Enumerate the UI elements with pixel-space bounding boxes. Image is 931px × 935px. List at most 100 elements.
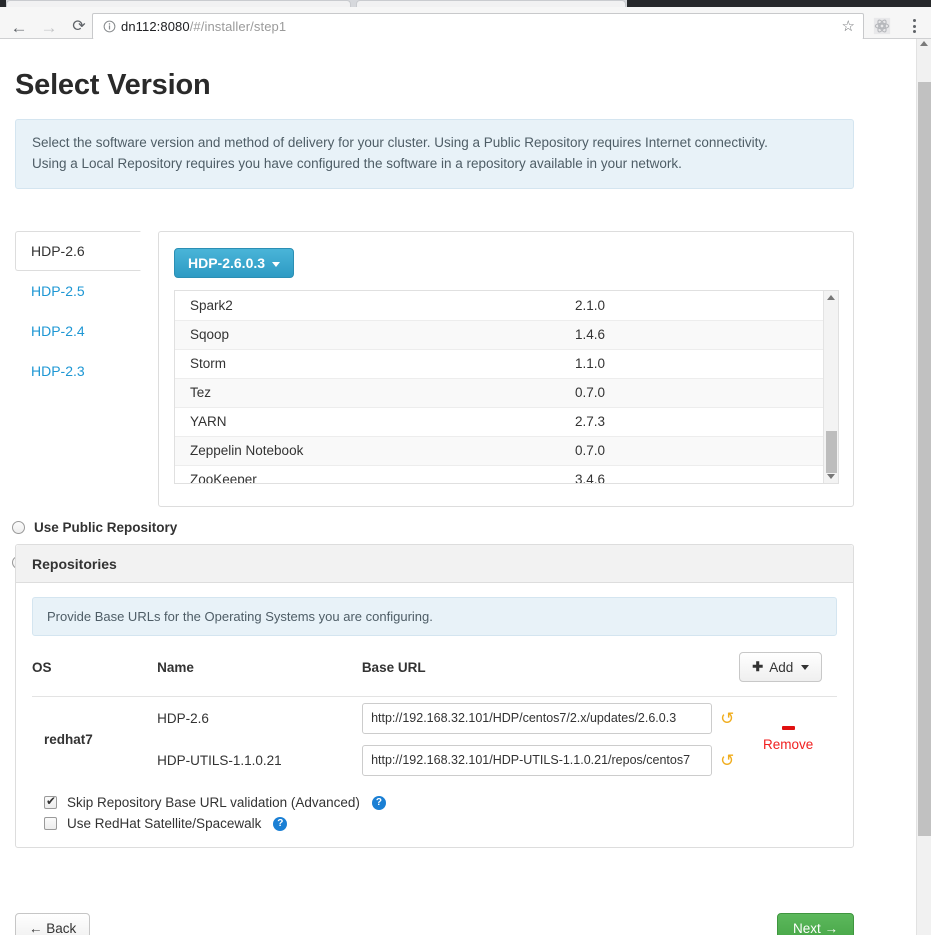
column-header-os: OS: [32, 659, 52, 675]
radio-label: Use Public Repository: [34, 520, 178, 535]
browser-tab-2[interactable]: [356, 0, 626, 7]
version-detail-panel: HDP-2.6.0.3 Spark2 2.1.0 Sqoop 1.4.6 Sto…: [158, 231, 854, 507]
chevron-down-icon: [801, 664, 810, 670]
plus-icon: ✚: [752, 659, 764, 674]
version-tab-hdp-2-6[interactable]: HDP-2.6: [15, 231, 141, 271]
stack-version-dropdown[interactable]: HDP-2.6.0.3: [174, 248, 295, 278]
repository-name: HDP-2.6: [157, 710, 209, 726]
checkbox-label: Use RedHat Satellite/Spacewalk: [67, 816, 262, 831]
next-button[interactable]: Next →: [777, 913, 854, 935]
version-tab-label: HDP-2.3: [31, 363, 85, 379]
extension-icon[interactable]: [872, 16, 892, 36]
forward-icon[interactable]: →: [36, 14, 62, 40]
scrollbar-thumb[interactable]: [826, 431, 837, 473]
repository-rows: HDP-2.6 ↺ HDP-UTILS-1.1.0.21 ↺: [157, 696, 740, 781]
version-tab-hdp-2-5[interactable]: HDP-2.5: [15, 271, 141, 311]
page-vertical-scrollbar[interactable]: [916, 39, 931, 935]
base-url-input-hdp-utils[interactable]: [362, 744, 713, 776]
repository-row-hdp-utils: HDP-UTILS-1.1.0.21 ↺: [157, 739, 739, 781]
remove-repository-button[interactable]: Remove: [740, 726, 836, 752]
radio-use-public-repository[interactable]: Use Public Repository: [12, 520, 177, 535]
column-header-name: Name: [157, 659, 194, 675]
checkbox-use-redhat-satellite[interactable]: Use RedHat Satellite/Spacewalk ?: [44, 816, 837, 831]
table-row: Spark2 2.1.0: [175, 291, 825, 321]
kebab-menu-icon[interactable]: [905, 16, 923, 36]
chevron-down-icon: [272, 261, 281, 267]
table-row: Storm 1.1.0: [175, 349, 825, 379]
table-row: ZooKeeper 3.4.6: [175, 465, 825, 484]
service-name: Tez: [175, 378, 575, 408]
browser-tab-strip-empty-area: [627, 0, 931, 7]
checkbox-icon: [44, 817, 57, 830]
scroll-down-arrow-icon[interactable]: [827, 474, 835, 479]
service-version: 0.7.0: [575, 378, 825, 408]
scroll-up-arrow-icon[interactable]: [920, 41, 928, 46]
scroll-up-arrow-icon[interactable]: [827, 295, 835, 300]
remove-cell: Remove: [739, 696, 837, 781]
radio-icon: [12, 521, 25, 534]
page-title: Select Version: [15, 69, 211, 101]
add-button-label: Add: [769, 659, 794, 675]
service-version: 2.7.3: [575, 407, 825, 437]
star-icon[interactable]: ☆: [842, 18, 855, 36]
table-row: Tez 0.7.0: [175, 378, 825, 408]
table-row: Zeppelin Notebook 0.7.0: [175, 436, 825, 466]
back-icon[interactable]: ←: [6, 14, 32, 40]
version-tab-hdp-2-3[interactable]: HDP-2.3: [15, 351, 141, 391]
service-version: 1.1.0: [575, 349, 825, 379]
checkbox-icon-checked: [44, 794, 57, 809]
repository-name: HDP-UTILS-1.1.0.21: [157, 752, 282, 768]
undo-icon[interactable]: ↺: [720, 752, 734, 769]
service-version: 1.4.6: [575, 320, 825, 350]
info-alert-line-2: Using a Local Repository requires you ha…: [32, 155, 682, 171]
os-name: redhat7: [32, 696, 158, 781]
repositories-panel-title: Repositories: [16, 545, 853, 583]
stack-version-label: HDP-2.6.0.3: [188, 255, 266, 271]
version-tab-label: HDP-2.4: [31, 323, 85, 339]
version-tab-label: HDP-2.6: [31, 243, 85, 259]
column-header-base-url: Base URL: [361, 659, 426, 675]
repository-row-hdp: HDP-2.6 ↺: [157, 697, 739, 739]
add-repository-button[interactable]: ✚ Add: [739, 652, 823, 682]
service-name: Sqoop: [175, 320, 575, 350]
remove-button-label: Remove: [763, 737, 814, 752]
service-version-table-container: Spark2 2.1.0 Sqoop 1.4.6 Storm 1.1.0 Tez…: [174, 290, 839, 484]
service-name: ZooKeeper: [190, 472, 257, 484]
version-tab-hdp-2-4[interactable]: HDP-2.4: [15, 311, 141, 351]
service-table-scrollbar[interactable]: [823, 291, 838, 483]
browser-toolbar: ← → ⟳ dn112:8080/#/installer/step1 ☆: [0, 7, 931, 40]
checkbox-label: Skip Repository Base URL validation (Adv…: [67, 795, 360, 810]
scrollbar-thumb[interactable]: [918, 82, 931, 836]
undo-icon[interactable]: ↺: [720, 710, 734, 727]
page-info-alert: Select the software version and method o…: [15, 119, 854, 189]
service-version-table: Spark2 2.1.0 Sqoop 1.4.6 Storm 1.1.0 Tez…: [175, 291, 825, 484]
version-tab-label: HDP-2.5: [31, 283, 85, 299]
address-bar[interactable]: dn112:8080/#/installer/step1 ☆: [92, 13, 864, 40]
info-alert-line-1: Select the software version and method o…: [32, 135, 768, 150]
info-circle-icon[interactable]: [97, 20, 121, 33]
version-tab-list: HDP-2.6 HDP-2.5 HDP-2.4 HDP-2.3: [15, 231, 141, 391]
service-name: Spark2: [175, 291, 575, 321]
page-viewport: Select Version Select the software versi…: [0, 39, 916, 935]
minus-icon: [781, 726, 795, 730]
address-bar-url: dn112:8080/#/installer/step1: [121, 19, 286, 34]
service-name: YARN: [175, 407, 575, 437]
repositories-note: Provide Base URLs for the Operating Syst…: [32, 597, 837, 636]
checkbox-skip-repo-validation[interactable]: Skip Repository Base URL validation (Adv…: [44, 794, 837, 810]
table-row: YARN 2.7.3: [175, 407, 825, 437]
service-version: 3.4.6: [575, 472, 606, 484]
base-url-input-hdp[interactable]: [362, 702, 713, 734]
service-name: Zeppelin Notebook: [175, 436, 575, 466]
help-icon[interactable]: ?: [371, 795, 386, 810]
table-row: redhat7 HDP-2.6 ↺ HDP-UTILS-1.1.0.21 ↺: [32, 696, 837, 781]
back-button[interactable]: ← Back: [15, 913, 91, 935]
reload-icon[interactable]: ⟳: [66, 14, 92, 40]
help-icon[interactable]: ?: [273, 816, 288, 831]
repositories-table: OS Name Base URL ✚ Add redhat7 HDP-2.6 h…: [32, 652, 837, 781]
service-version: 0.7.0: [575, 436, 825, 466]
table-row: Sqoop 1.4.6: [175, 320, 825, 350]
table-header-row: OS Name Base URL ✚ Add: [32, 652, 837, 697]
browser-tab-1[interactable]: [6, 0, 351, 7]
url-path: /#/installer/step1: [189, 19, 287, 34]
column-header-actions: ✚ Add: [739, 652, 837, 697]
